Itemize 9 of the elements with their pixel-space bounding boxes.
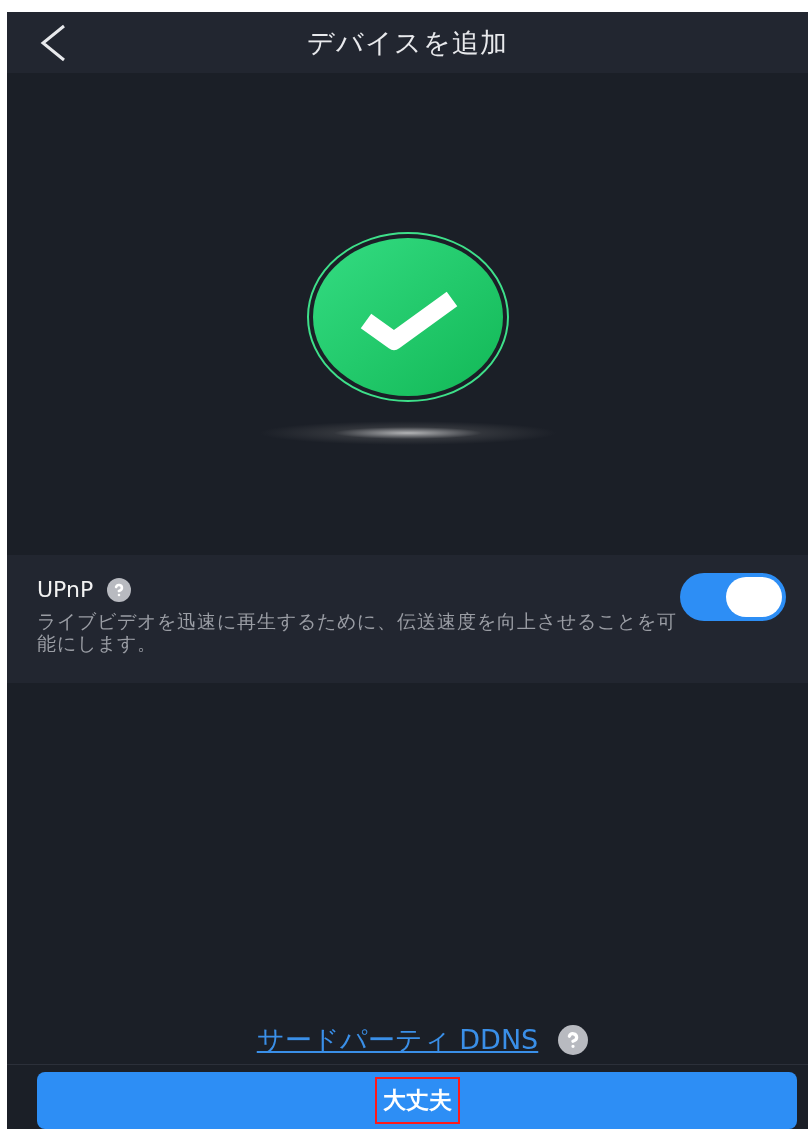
back-icon	[40, 24, 66, 62]
ddns-link[interactable]: サードパーティ DDNS	[256, 1022, 539, 1058]
upnp-toggle[interactable]	[680, 573, 786, 621]
confirm-button[interactable]: 大丈夫	[37, 1072, 797, 1129]
setting-label: UPnP	[37, 577, 94, 602]
setting-description: ライブビデオを迅速に再生するために、伝送速度を向上させることを可能にします。	[37, 610, 677, 654]
help-icon[interactable]	[107, 577, 132, 602]
page-title: デバイスを追加	[307, 25, 508, 60]
help-icon[interactable]	[558, 1025, 589, 1055]
